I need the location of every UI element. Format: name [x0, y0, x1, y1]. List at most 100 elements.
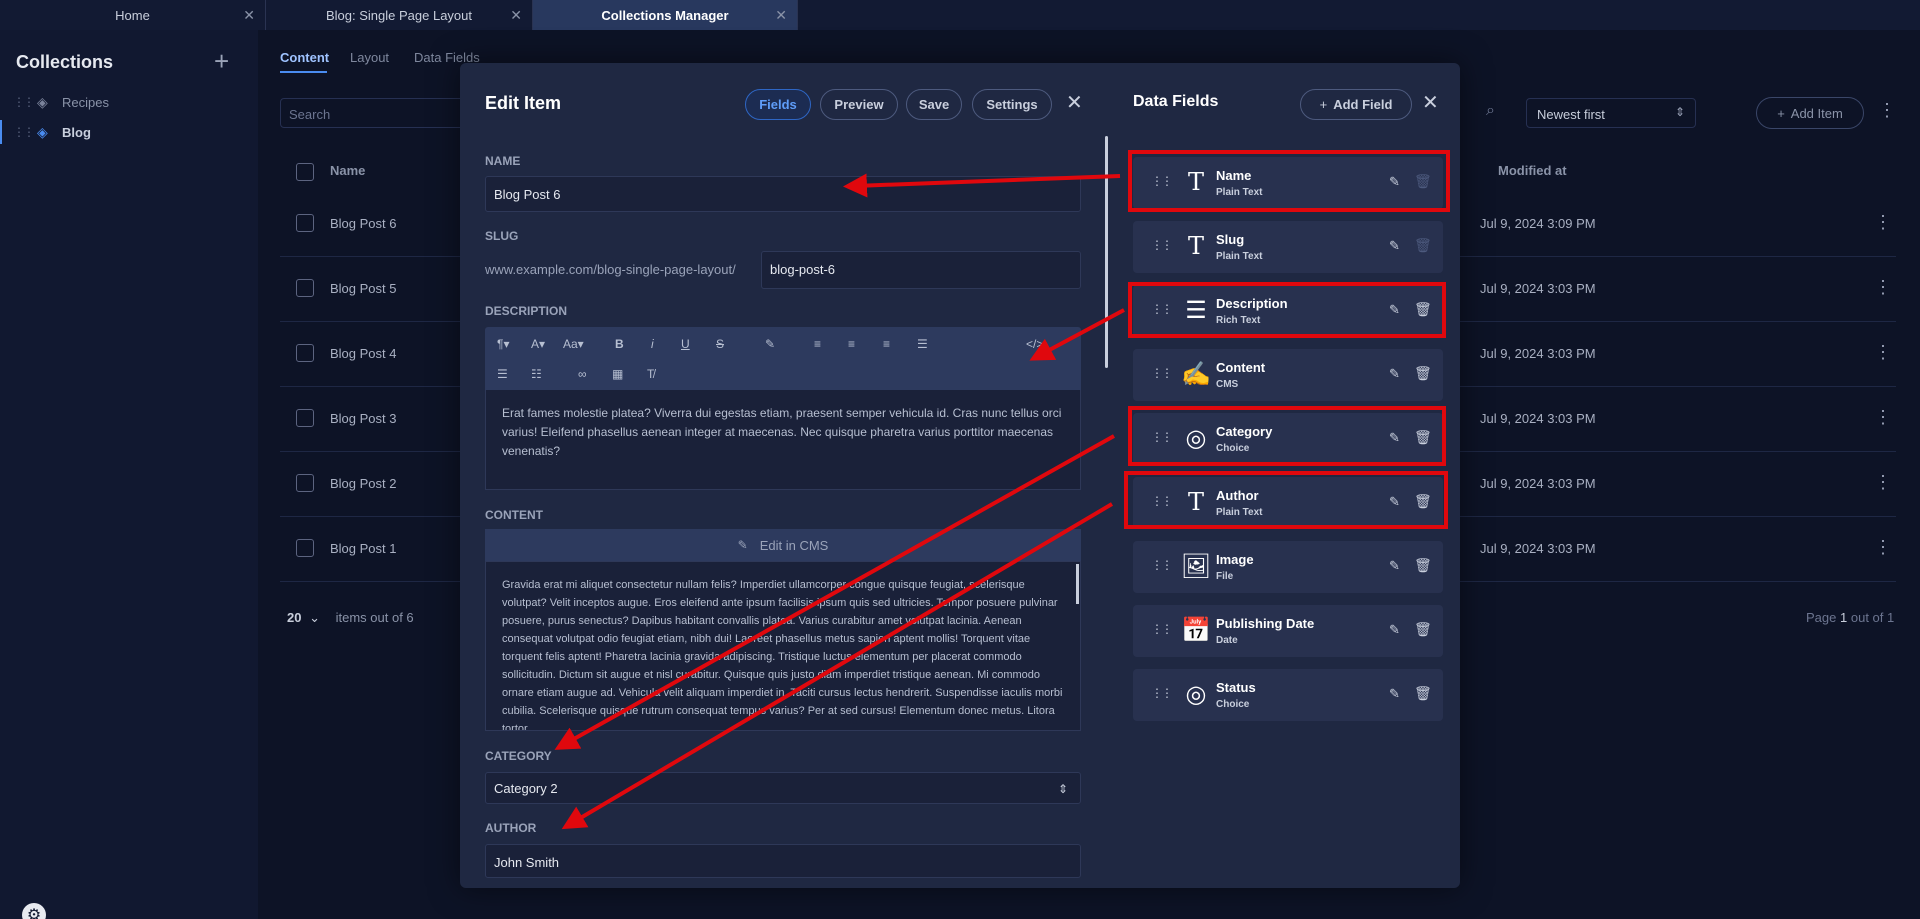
sidebar-item-recipes[interactable]: ⋮⋮ ◈ Recipes	[0, 88, 258, 116]
slug-prefix: www.example.com/blog-single-page-layout/	[485, 262, 736, 277]
drag-handle-icon[interactable]: ⋮⋮	[1151, 238, 1173, 252]
scrollbar[interactable]	[1105, 136, 1108, 368]
save-button[interactable]: Save	[906, 89, 962, 120]
brush-icon[interactable]: ✎	[765, 337, 775, 351]
close-icon[interactable]: ✕	[775, 7, 787, 24]
italic-icon[interactable]: i	[651, 337, 654, 351]
field-name: Status	[1216, 680, 1256, 695]
close-icon[interactable]: ✕	[1066, 90, 1083, 115]
drag-handle-icon[interactable]: ⋮⋮	[1151, 622, 1173, 636]
align-left-icon[interactable]: ≡	[814, 337, 821, 351]
close-icon[interactable]: ✕	[243, 7, 255, 24]
row-checkbox[interactable]	[296, 344, 314, 362]
field-card-image[interactable]: ⋮⋮ 🖼 Image File ✎ 🗑	[1133, 541, 1443, 593]
edit-icon[interactable]: ✎	[1389, 558, 1400, 574]
bold-icon[interactable]: B	[615, 337, 624, 351]
add-collection-icon[interactable]: +	[214, 46, 229, 77]
category-select[interactable]: Category 2 ⇕	[485, 772, 1081, 804]
edit-icon[interactable]: ✎	[1389, 238, 1400, 254]
drag-handle-icon[interactable]: ⋮⋮	[1151, 686, 1173, 700]
fields-button[interactable]: Fields	[745, 89, 811, 120]
row-checkbox[interactable]	[296, 279, 314, 297]
page-current: 1	[1840, 610, 1848, 625]
row-menu-icon[interactable]: ⋮	[1874, 277, 1892, 298]
edit-in-cms-button[interactable]: ✎ Edit in CMS	[485, 529, 1081, 561]
field-card-status[interactable]: ⋮⋮ ◎ Status Choice ✎ 🗑	[1133, 669, 1443, 721]
settings-button[interactable]: Settings	[972, 89, 1052, 120]
drag-handle-icon[interactable]: ⋮⋮	[1151, 558, 1173, 572]
sidebar-item-blog[interactable]: ⋮⋮ ◈ Blog	[0, 118, 258, 146]
select-all-checkbox[interactable]	[296, 163, 314, 181]
row-menu-icon[interactable]: ⋮	[1874, 472, 1892, 493]
page-size-select[interactable]: 20	[287, 610, 301, 625]
row-checkbox[interactable]	[296, 539, 314, 557]
chevron-down-icon[interactable]: ⌄	[309, 610, 320, 625]
edit-icon[interactable]: ✎	[1389, 622, 1400, 638]
trash-icon[interactable]: 🗑	[1414, 621, 1432, 638]
align-justify-icon[interactable]: ☰	[917, 337, 928, 351]
edit-icon[interactable]: ✎	[1389, 366, 1400, 382]
column-header-name[interactable]: Name	[330, 163, 365, 178]
sort-select[interactable]: Newest first ⇕	[1526, 98, 1696, 128]
field-card-content[interactable]: ⋮⋮ ✍ Content CMS ✎ 🗑	[1133, 349, 1443, 401]
edit-icon[interactable]: ✎	[1389, 686, 1400, 702]
choice-icon: ◎	[1185, 680, 1207, 708]
row-modified: Jul 9, 2024 3:03 PM	[1480, 476, 1596, 491]
description-editor[interactable]: Erat fames molestie platea? Viverra dui …	[485, 390, 1081, 490]
table-icon[interactable]: ▦	[612, 367, 623, 381]
row-checkbox[interactable]	[296, 214, 314, 232]
tab-layout[interactable]: Layout	[350, 50, 389, 65]
row-menu-icon[interactable]: ⋮	[1874, 342, 1892, 363]
clear-format-icon[interactable]: T̸	[647, 367, 654, 381]
column-header-modified[interactable]: Modified at	[1498, 163, 1567, 178]
bullet-list-icon[interactable]: ☰	[497, 367, 508, 381]
font-size-icon[interactable]: A▾	[531, 337, 545, 351]
paragraph-icon[interactable]: ¶▾	[497, 337, 509, 351]
underline-icon[interactable]: U	[681, 337, 690, 351]
row-name: Blog Post 6	[330, 216, 397, 231]
tab-content[interactable]: Content	[280, 50, 329, 65]
content-preview[interactable]: Gravida erat mi aliquet consectetur null…	[485, 561, 1081, 731]
field-name: Image	[1216, 552, 1254, 567]
row-checkbox[interactable]	[296, 474, 314, 492]
slug-input[interactable]: blog-post-6	[761, 251, 1081, 289]
gear-icon[interactable]: ⚙	[22, 903, 46, 919]
tab-blog-single-page-layout[interactable]: Blog: Single Page Layout ✕	[266, 0, 533, 30]
link-icon[interactable]: ∞	[578, 367, 587, 381]
close-icon[interactable]: ✕	[510, 7, 522, 24]
preview-button[interactable]: Preview	[820, 89, 898, 120]
category-label: CATEGORY	[485, 749, 552, 763]
row-name: Blog Post 1	[330, 541, 397, 556]
code-icon[interactable]: </>	[1026, 337, 1043, 351]
drag-handle-icon[interactable]: ⋮⋮	[1151, 366, 1173, 380]
row-modified: Jul 9, 2024 3:09 PM	[1480, 216, 1596, 231]
text-style-icon[interactable]: Aa▾	[563, 337, 584, 351]
trash-icon[interactable]: 🗑	[1414, 365, 1432, 382]
row-checkbox[interactable]	[296, 409, 314, 427]
align-right-icon[interactable]: ≡	[883, 337, 890, 351]
field-card-slug[interactable]: ⋮⋮ T Slug Plain Text ✎ 🗑	[1133, 221, 1443, 273]
drag-handle-icon[interactable]: ⋮⋮	[13, 95, 35, 109]
trash-icon[interactable]: 🗑	[1414, 685, 1432, 702]
field-name: Content	[1216, 360, 1266, 375]
add-field-button[interactable]: + Add Field	[1300, 89, 1412, 120]
tab-home[interactable]: Home ✕	[0, 0, 266, 30]
row-menu-icon[interactable]: ⋮	[1874, 537, 1892, 558]
numbered-list-icon[interactable]: ☷	[531, 367, 542, 381]
content-scrollbar[interactable]	[1076, 564, 1079, 604]
align-center-icon[interactable]: ≡	[848, 337, 855, 351]
author-input[interactable]: John Smith	[485, 844, 1081, 878]
trash-icon[interactable]: 🗑	[1414, 557, 1432, 574]
annotation-highlight-author	[1124, 471, 1448, 529]
row-menu-icon[interactable]: ⋮	[1874, 212, 1892, 233]
field-card-publishing-date[interactable]: ⋮⋮ 📅 Publishing Date Date ✎ 🗑	[1133, 605, 1443, 657]
tab-collections-manager[interactable]: Collections Manager ✕	[533, 0, 798, 30]
add-item-button[interactable]: + Add Item	[1756, 97, 1864, 129]
close-icon[interactable]: ✕	[1422, 90, 1439, 115]
row-menu-icon[interactable]: ⋮	[1874, 407, 1892, 428]
name-input[interactable]: Blog Post 6	[485, 176, 1081, 212]
strikethrough-icon[interactable]: S	[716, 337, 724, 351]
drag-handle-icon[interactable]: ⋮⋮	[13, 125, 35, 139]
more-options-icon[interactable]: ⋮	[1878, 100, 1896, 121]
sort-value: Newest first	[1537, 107, 1605, 122]
